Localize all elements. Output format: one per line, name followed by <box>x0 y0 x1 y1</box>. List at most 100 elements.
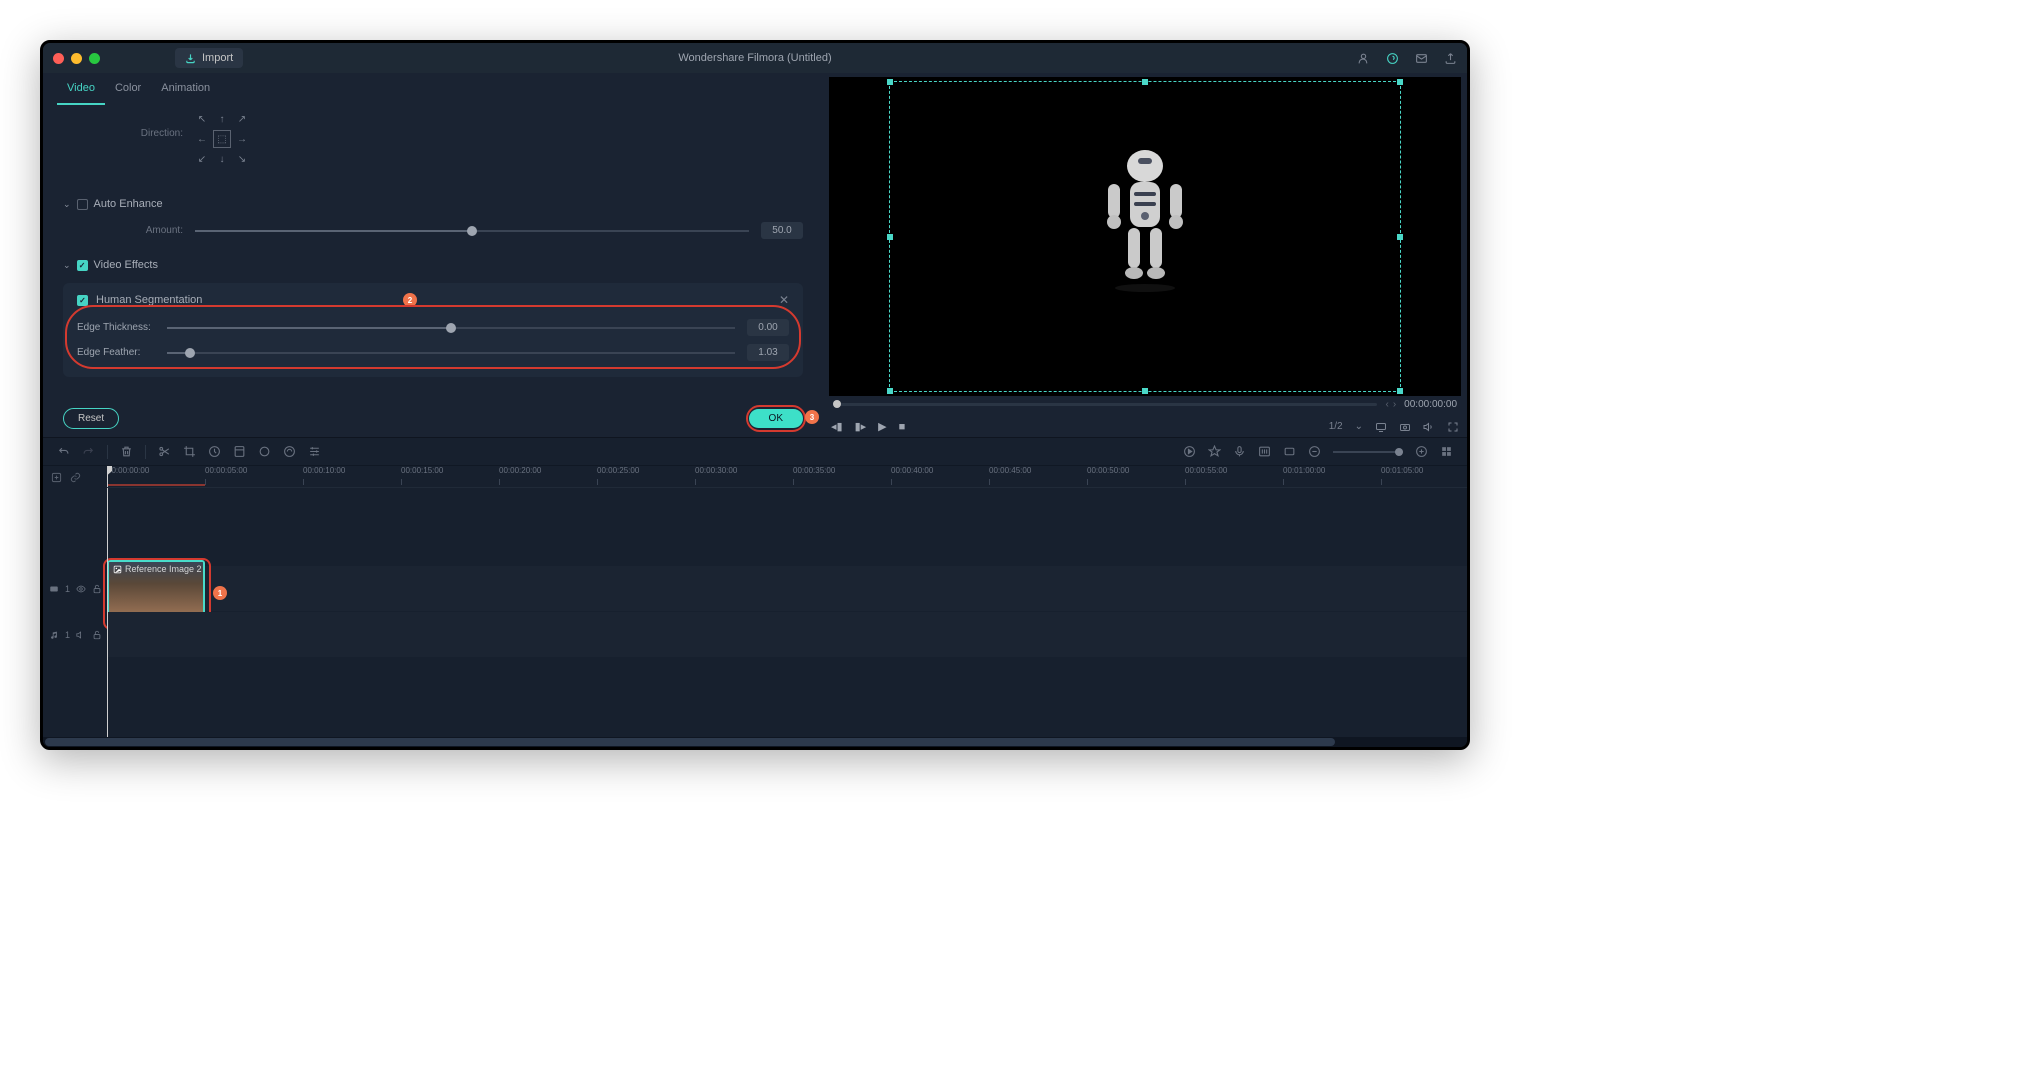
edge-thickness-value[interactable]: 0.00 <box>747 319 789 336</box>
track-visible-icon[interactable] <box>76 584 86 594</box>
play-icon[interactable]: ▶ <box>878 420 886 433</box>
track-mute-icon[interactable] <box>76 630 86 640</box>
panel-scroll-area[interactable]: Direction: ↖ ↑ ↗ ← ⬚ → ↙ ↓ ↘ <box>43 106 823 400</box>
caret-icon: ⌄ <box>63 260 71 271</box>
dir-center[interactable]: ⬚ <box>213 130 231 148</box>
audio-track-header: 1 <box>43 612 107 658</box>
ok-button[interactable]: OK <box>749 409 803 428</box>
preview-scale[interactable]: 1/2 <box>1329 421 1343 432</box>
dir-nw[interactable]: ↖ <box>193 110 211 128</box>
frame-back-icon[interactable]: ◂▮ <box>831 420 843 433</box>
auto-enhance-header[interactable]: ⌄ Auto Enhance <box>63 192 803 216</box>
timeline-horizontal-scrollbar[interactable] <box>43 737 1467 747</box>
delete-icon[interactable] <box>120 445 133 458</box>
video-track-lane[interactable]: Reference Image 2 1 <box>107 566 1467 612</box>
effect-sliders: Edge Thickness: 0.00 Edge Feather: <box>77 307 789 367</box>
mark-in-icon[interactable] <box>1283 445 1296 458</box>
scrollbar-thumb[interactable] <box>45 738 1335 746</box>
split-icon[interactable] <box>158 445 171 458</box>
ruler-tick: 00:00:35:00 <box>793 466 835 475</box>
playhead-line[interactable] <box>107 488 108 737</box>
effect-close-button[interactable]: ✕ <box>779 293 789 307</box>
scrub-prev[interactable]: ‹ <box>1385 399 1388 410</box>
scrub-thumb[interactable] <box>833 400 841 408</box>
track-lanes[interactable]: Reference Image 2 1 <box>107 488 1467 737</box>
video-track-icon <box>49 584 59 594</box>
dir-ne[interactable]: ↗ <box>233 110 251 128</box>
edge-feather-value[interactable]: 1.03 <box>747 344 789 361</box>
support-icon[interactable] <box>1386 52 1399 65</box>
dir-se[interactable]: ↘ <box>233 150 251 168</box>
ruler-tick: 00:00:10:00 <box>303 466 345 475</box>
color-icon[interactable] <box>233 445 246 458</box>
import-label: Import <box>202 52 233 64</box>
import-button[interactable]: Import <box>175 48 243 68</box>
tab-animation[interactable]: Animation <box>151 73 220 105</box>
dir-s[interactable]: ↓ <box>213 150 231 168</box>
preview-viewport[interactable] <box>829 77 1461 396</box>
fullscreen-icon[interactable] <box>1447 421 1459 433</box>
maximize-window-button[interactable] <box>89 53 100 64</box>
timeline-clip[interactable]: Reference Image 2 <box>107 560 205 618</box>
dir-e[interactable]: → <box>233 130 251 148</box>
auto-enhance-checkbox[interactable] <box>77 199 88 210</box>
undo-icon[interactable] <box>57 445 70 458</box>
reset-button[interactable]: Reset <box>63 408 119 429</box>
video-effects-section: ⌄ Video Effects Human Segmentation ✕ 2 <box>63 253 803 377</box>
play-group: ◂▮ ▮▸ ▶ ■ <box>831 420 905 433</box>
track-lock-icon[interactable] <box>92 584 102 594</box>
tab-video[interactable]: Video <box>57 73 105 105</box>
video-effects-header[interactable]: ⌄ Video Effects <box>63 253 803 277</box>
titlebar: Import Wondershare Filmora (Untitled) <box>43 43 1467 73</box>
audio-track-lane[interactable] <box>107 612 1467 658</box>
render-icon[interactable] <box>1183 445 1196 458</box>
tab-color[interactable]: Color <box>105 73 151 105</box>
minimize-window-button[interactable] <box>71 53 82 64</box>
scrub-next[interactable]: › <box>1393 399 1396 410</box>
mixer-icon[interactable] <box>1258 445 1271 458</box>
amount-value[interactable]: 50.0 <box>761 222 803 239</box>
dir-w[interactable]: ← <box>193 130 211 148</box>
track-add-icon[interactable] <box>51 472 62 483</box>
auto-enhance-title: Auto Enhance <box>94 198 163 210</box>
greenscreen-icon[interactable] <box>283 445 296 458</box>
record-icon[interactable] <box>1233 445 1246 458</box>
message-icon[interactable] <box>1415 52 1428 65</box>
edge-feather-slider[interactable] <box>167 352 735 354</box>
window-title: Wondershare Filmora (Untitled) <box>678 52 831 64</box>
preview-area: ‹ › 00:00:00:00 <box>823 73 1467 416</box>
keyframe-icon[interactable] <box>258 445 271 458</box>
speed-icon[interactable] <box>208 445 221 458</box>
playhead[interactable] <box>107 466 108 487</box>
dir-sw[interactable]: ↙ <box>193 150 211 168</box>
video-track-number: 1 <box>65 584 70 594</box>
zoom-fit-icon[interactable] <box>1440 445 1453 458</box>
zoom-in-icon[interactable] <box>1415 445 1428 458</box>
dir-n[interactable]: ↑ <box>213 110 231 128</box>
scale-dropdown-icon[interactable]: ⌄ <box>1355 421 1363 432</box>
redo-icon[interactable] <box>82 445 95 458</box>
zoom-out-icon[interactable] <box>1308 445 1321 458</box>
crop-icon[interactable] <box>183 445 196 458</box>
frame-forward-icon[interactable]: ▮▸ <box>855 420 867 433</box>
share-icon[interactable] <box>1444 52 1457 65</box>
scrub-track[interactable] <box>833 403 1377 406</box>
video-effects-checkbox[interactable] <box>77 260 88 271</box>
close-window-button[interactable] <box>53 53 64 64</box>
stop-icon[interactable]: ■ <box>899 421 906 433</box>
track-lane-spacer[interactable] <box>107 658 1467 737</box>
link-icon[interactable] <box>70 472 81 483</box>
amount-slider[interactable] <box>195 230 749 232</box>
volume-icon[interactable] <box>1423 421 1435 433</box>
timeline-ruler[interactable]: 00:00:00:0000:00:05:0000:00:10:0000:00:1… <box>107 466 1467 488</box>
account-icon[interactable] <box>1357 52 1370 65</box>
adjust-icon[interactable] <box>308 445 321 458</box>
zoom-slider[interactable] <box>1333 451 1403 453</box>
human-seg-checkbox[interactable] <box>77 295 88 306</box>
render-preview-icon[interactable] <box>1375 421 1387 433</box>
snapshot-icon[interactable] <box>1399 421 1411 433</box>
marker-icon[interactable] <box>1208 445 1221 458</box>
track-lock-icon[interactable] <box>92 630 102 640</box>
track-lane-empty[interactable] <box>107 488 1467 566</box>
edge-thickness-slider[interactable] <box>167 327 735 329</box>
